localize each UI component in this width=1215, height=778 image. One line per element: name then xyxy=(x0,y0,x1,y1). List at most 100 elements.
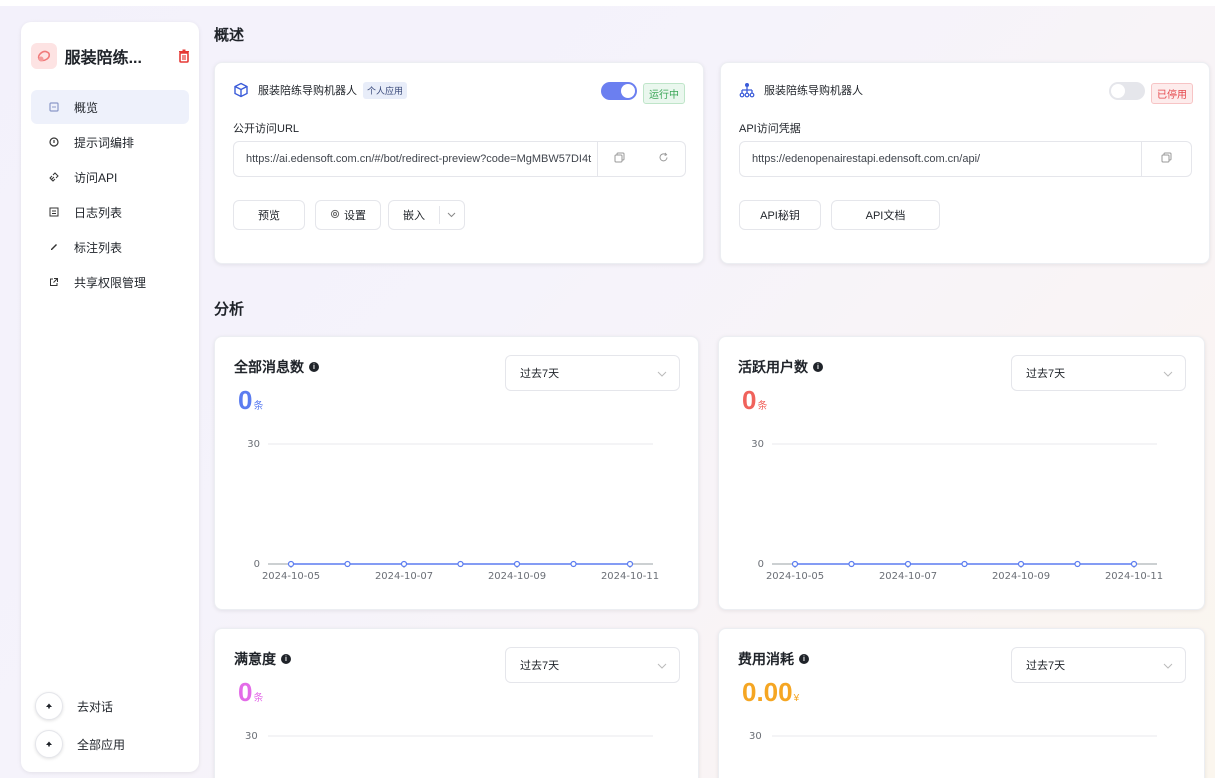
all-apps-label: 全部应用 xyxy=(77,737,126,752)
info-icon[interactable]: i xyxy=(281,654,291,664)
select-value: 过去7天 xyxy=(1026,368,1066,380)
stat-card-active-users: 活跃用户数 i 0条 过去7天 0 30 2024-10-05 2024-10-07 20… xyxy=(718,336,1205,610)
settings-button[interactable]: 设置 xyxy=(315,200,381,230)
cube-icon xyxy=(233,82,249,98)
stat-number: 0.00 xyxy=(742,677,793,707)
y-tick-label: 30 xyxy=(247,439,260,450)
pencil-icon xyxy=(48,241,60,253)
share-icon xyxy=(48,276,60,288)
stat-title: 费用消耗 i xyxy=(738,649,809,669)
y-tick-label: 30 xyxy=(749,731,762,742)
back-arrow-icon xyxy=(35,730,63,758)
sidebar-nav: 概览 提示词编排 访问API 日志列表 标注列表 共享权限管理 xyxy=(31,90,189,300)
preview-button[interactable]: 预览 xyxy=(233,200,305,230)
public-url-field[interactable]: https://ai.edensoft.com.cn/#/bot/redirec… xyxy=(233,141,686,177)
app-type-badge: 个人应用 xyxy=(363,81,408,99)
sidebar-item-label: 提示词编排 xyxy=(74,135,135,150)
data-point xyxy=(344,560,351,568)
x-tick-label: 2024-10-11 xyxy=(1105,571,1163,582)
chevron-down-icon xyxy=(657,660,667,672)
time-range-select[interactable]: 过去7天 xyxy=(505,355,680,391)
x-tick-label: 2024-10-07 xyxy=(375,571,433,582)
analysis-title: 分析 xyxy=(214,301,245,318)
partial-chart: 30 xyxy=(245,731,653,742)
x-tick-label: 2024-10-09 xyxy=(992,571,1050,582)
data-point xyxy=(570,560,577,568)
copy-icon[interactable] xyxy=(614,152,625,166)
sidebar-item-logs[interactable]: 日志列表 xyxy=(31,195,189,229)
data-point xyxy=(1130,560,1138,568)
delete-app-icon[interactable] xyxy=(177,49,191,63)
sidebar-item-sharing[interactable]: 共享权限管理 xyxy=(31,265,189,299)
stat-card-messages: 全部消息数 i 0条 过去7天 0 30 2024-10-05 2024-10-07 20… xyxy=(214,336,699,610)
stat-unit: 条 xyxy=(253,401,264,412)
api-docs-label: API文档 xyxy=(865,210,906,222)
overview-title: 概述 xyxy=(214,27,245,44)
stat-number: 0 xyxy=(238,385,253,415)
sidebar-item-overview[interactable]: 概览 xyxy=(31,90,189,124)
y-tick-label: 30 xyxy=(245,731,258,742)
sidebar-item-prompt[interactable]: 提示词编排 xyxy=(31,125,189,159)
api-secret-button[interactable]: API秘钥 xyxy=(739,200,821,230)
data-point xyxy=(1074,560,1081,568)
embed-button[interactable]: 嵌入 xyxy=(388,200,465,230)
stat-title: 全部消息数 i xyxy=(234,357,319,377)
data-point xyxy=(287,560,295,568)
partial-chart: 30 xyxy=(749,731,1157,742)
api-access-card: 服装陪练导购机器人 已停用 API访问凭据 https://edenopenai… xyxy=(720,62,1210,264)
go-chat-link[interactable]: 去对话 xyxy=(35,692,125,720)
chevron-down-icon xyxy=(1163,660,1173,672)
sidebar: 服装陪练... 概览 提示词编排 访问API 日志列表 标注列表 共享权限管理 xyxy=(21,22,199,772)
field-label: 公开访问URL xyxy=(233,123,300,135)
url-actions xyxy=(597,142,685,176)
data-point xyxy=(513,560,521,568)
info-icon[interactable]: i xyxy=(799,654,809,664)
stat-title-text: 费用消耗 xyxy=(738,651,794,667)
stat-title-text: 活跃用户数 xyxy=(738,359,808,375)
time-range-select[interactable]: 过去7天 xyxy=(1011,355,1186,391)
stat-value: 0条 xyxy=(742,385,767,416)
stat-title-text: 满意度 xyxy=(234,651,276,667)
log-icon xyxy=(48,206,60,218)
all-apps-link[interactable]: 全部应用 xyxy=(35,730,125,758)
sidebar-item-label: 标注列表 xyxy=(74,240,123,255)
data-point xyxy=(400,560,408,568)
stat-number: 0 xyxy=(742,385,757,415)
data-point xyxy=(848,560,855,568)
api-url-field[interactable]: https://edenopenairestapi.edensoft.com.c… xyxy=(739,141,1192,177)
status-badge: 运行中 xyxy=(643,83,685,104)
sidebar-item-annotations[interactable]: 标注列表 xyxy=(31,230,189,264)
time-range-select[interactable]: 过去7天 xyxy=(1011,647,1186,683)
copy-icon[interactable] xyxy=(1161,152,1172,166)
sidebar-item-api[interactable]: 访问API xyxy=(31,160,189,194)
x-tick-label: 2024-10-07 xyxy=(879,571,937,582)
refresh-icon[interactable] xyxy=(658,152,669,166)
stat-value: 0条 xyxy=(238,677,263,708)
stat-number: 0 xyxy=(238,677,253,707)
info-icon[interactable]: i xyxy=(813,362,823,372)
app-logo-icon xyxy=(31,43,57,69)
x-tick-label: 2024-10-09 xyxy=(488,571,546,582)
bot-name: 服装陪练导购机器人 xyxy=(764,85,863,97)
y-tick-label: 0 xyxy=(254,559,260,570)
stat-title: 满意度 i xyxy=(234,649,291,669)
dashboard-icon xyxy=(48,101,60,113)
api-access-toggle[interactable] xyxy=(1109,82,1145,100)
info-icon[interactable]: i xyxy=(309,362,319,372)
api-docs-button[interactable]: API文档 xyxy=(831,200,940,230)
chevron-down-icon[interactable] xyxy=(439,206,456,224)
y-tick-label: 30 xyxy=(751,439,764,450)
x-tick-label: 2024-10-05 xyxy=(766,571,824,582)
public-access-card: 服装陪练导购机器人 个人应用 运行中 公开访问URL https://ai.ed… xyxy=(214,62,704,264)
go-chat-label: 去对话 xyxy=(77,699,114,714)
time-range-select[interactable]: 过去7天 xyxy=(505,647,680,683)
sidebar-item-label: 概览 xyxy=(74,100,99,115)
gear-icon xyxy=(330,209,340,222)
app-name: 服装陪练... xyxy=(64,50,142,67)
embed-label: 嵌入 xyxy=(403,210,425,222)
api-url-text: https://edenopenairestapi.edensoft.com.c… xyxy=(752,153,981,165)
preview-label: 预览 xyxy=(258,210,280,222)
toggle-knob xyxy=(1111,84,1125,98)
data-point xyxy=(904,560,912,568)
public-access-toggle[interactable] xyxy=(601,82,637,100)
